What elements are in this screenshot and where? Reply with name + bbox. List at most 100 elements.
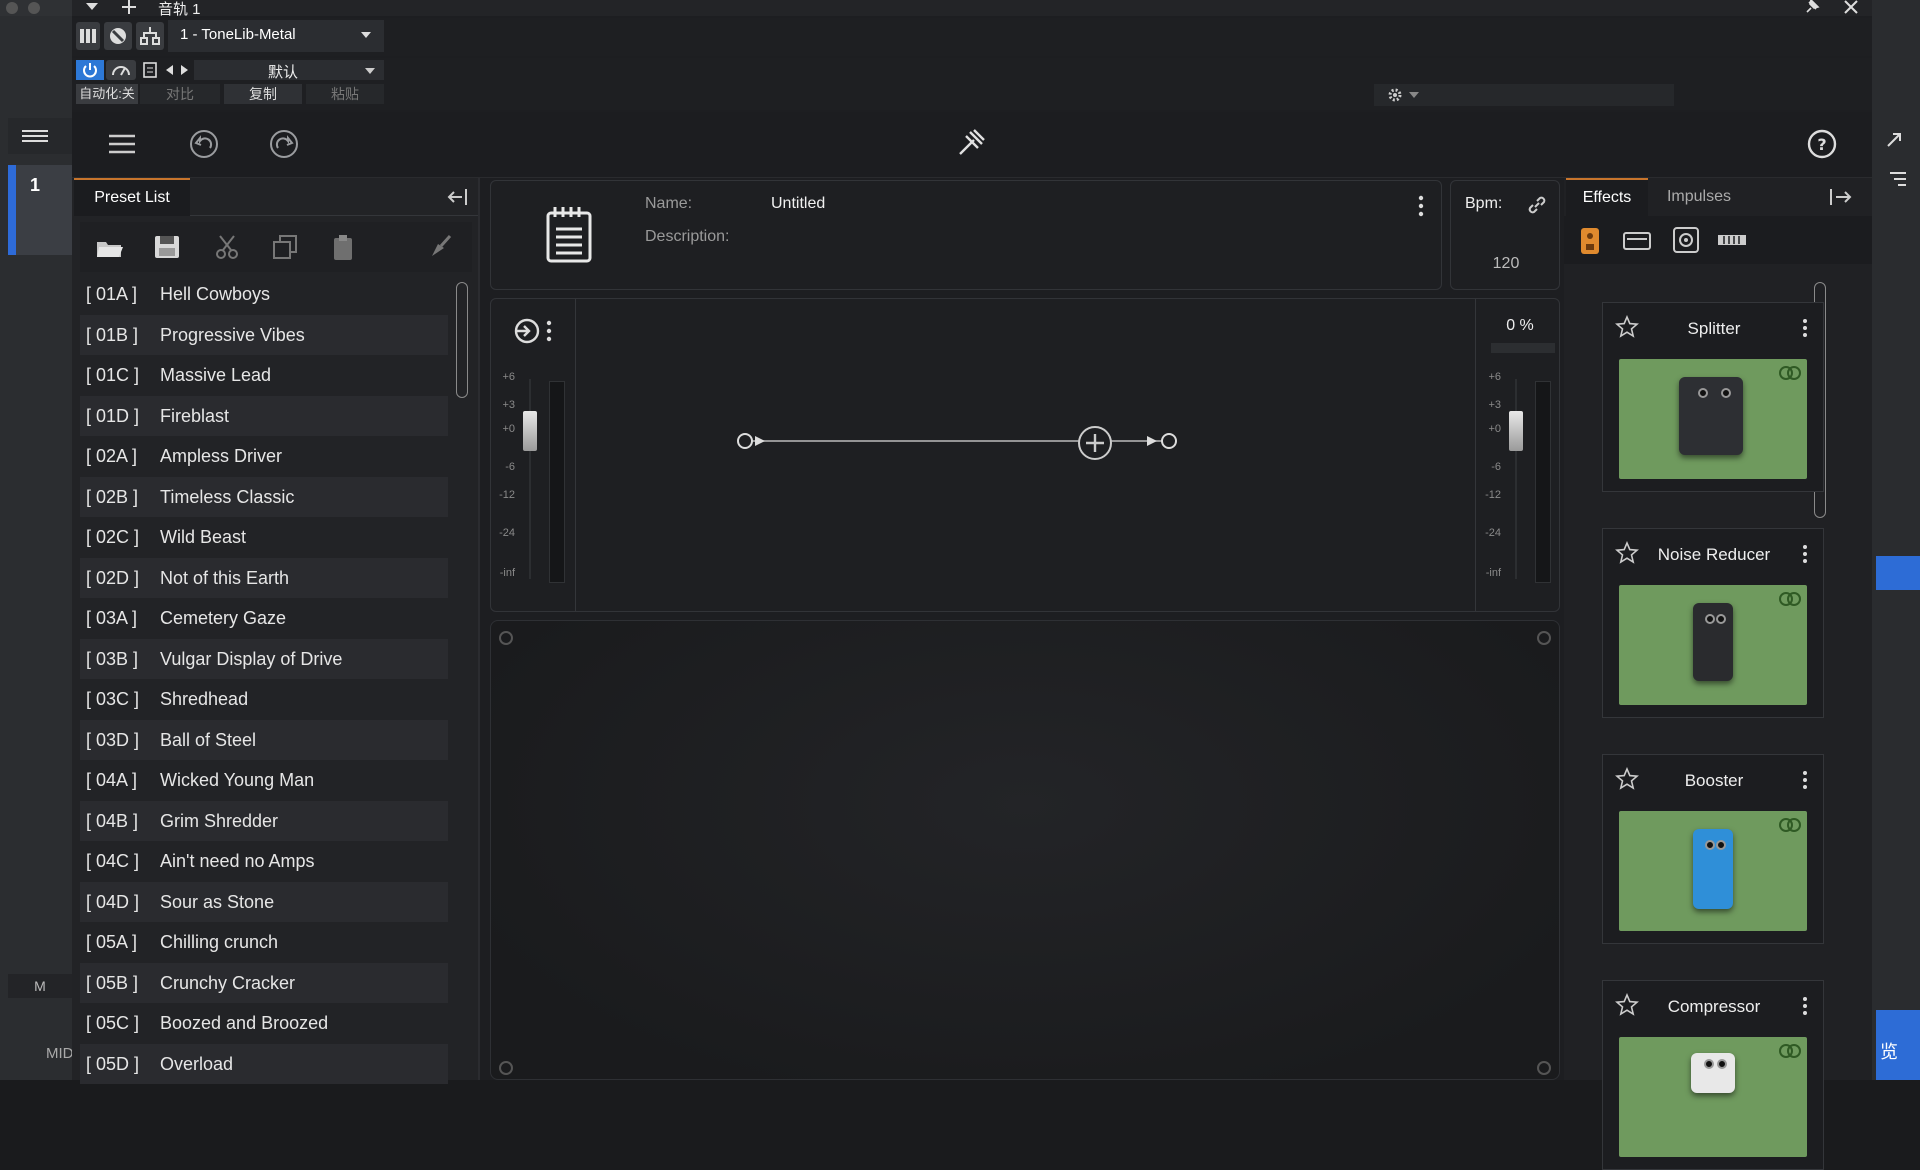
save-icon[interactable] <box>152 232 182 262</box>
output-fader-handle[interactable] <box>1509 411 1523 451</box>
preset-list-scrollbar[interactable] <box>456 282 468 398</box>
preset-list-item[interactable]: [ 04B ] Grim Shredder <box>80 800 448 841</box>
help-icon[interactable]: ? <box>1806 128 1838 160</box>
preset-list-item[interactable]: [ 04A ] Wicked Young Man <box>80 760 448 800</box>
preset-list-item[interactable]: [ 01D ] Fireblast <box>80 395 448 436</box>
preset-list-item[interactable]: [ 05B ] Crunchy Cracker <box>80 962 448 1003</box>
input-icon[interactable] <box>513 315 557 347</box>
cut-icon[interactable] <box>212 232 242 262</box>
expand-panel-icon[interactable] <box>1828 186 1854 208</box>
pedal-category-icon[interactable] <box>1578 226 1602 256</box>
menu-icon[interactable] <box>106 130 138 158</box>
clear-icon[interactable] <box>424 232 454 262</box>
tab-effects[interactable]: Effects <box>1566 178 1648 216</box>
effect-preview[interactable] <box>1619 811 1807 931</box>
tab-preset-list[interactable]: Preset List <box>74 178 190 216</box>
undo-icon[interactable] <box>188 128 220 160</box>
preset-list-item[interactable]: [ 01A ] Hell Cowboys <box>80 274 448 314</box>
preset-name-field[interactable]: Untitled <box>771 195 825 213</box>
preset-list-item[interactable]: [ 04C ] Ain't need no Amps <box>80 841 448 881</box>
host-browse-button[interactable]: 览 <box>1876 1010 1920 1080</box>
host-menu-button[interactable] <box>8 118 72 154</box>
panel-divider[interactable] <box>478 178 480 1080</box>
redo-icon[interactable] <box>268 128 300 160</box>
output-level-bar[interactable] <box>1491 343 1555 353</box>
preset-list-item[interactable]: [ 03D ] Ball of Steel <box>80 719 448 760</box>
expand-icon[interactable] <box>1880 128 1910 152</box>
preset-list-item[interactable]: [ 02D ] Not of this Earth <box>80 557 448 598</box>
compare-button[interactable]: 对比 <box>140 84 220 104</box>
preset-list-item[interactable]: [ 04D ] Sour as Stone <box>80 881 448 922</box>
bpm-value[interactable]: 120 <box>1451 255 1561 273</box>
preset-code: [ 02D ] <box>86 567 140 588</box>
power-icon[interactable] <box>76 60 104 80</box>
effect-preview[interactable] <box>1619 359 1807 479</box>
host-track-header[interactable]: 1 <box>8 165 72 255</box>
input-fader-handle[interactable] <box>523 411 537 451</box>
effect-card[interactable]: Noise Reducer <box>1602 528 1824 718</box>
more-vertical-icon[interactable] <box>1415 193 1427 219</box>
chevron-down-icon[interactable] <box>84 0 100 14</box>
prev-preset-icon[interactable] <box>162 62 176 78</box>
output-meter <box>1535 381 1551 583</box>
preset-list-item[interactable]: [ 02A ] Ampless Driver <box>80 436 448 476</box>
chevron-down-icon[interactable] <box>1408 90 1420 100</box>
more-vertical-icon[interactable] <box>1799 543 1811 565</box>
cabinet-category-icon[interactable] <box>1672 226 1700 254</box>
copy-icon[interactable] <box>270 232 300 262</box>
amp-category-icon[interactable] <box>1622 230 1652 252</box>
notepad-icon[interactable] <box>545 205 593 263</box>
more-vertical-icon[interactable] <box>1799 317 1811 339</box>
more-vertical-icon[interactable] <box>1799 995 1811 1017</box>
preset-list-item[interactable]: [ 03B ] Vulgar Display of Drive <box>80 638 448 679</box>
effect-card[interactable]: Compressor <box>1602 980 1824 1170</box>
sidechain-icon[interactable] <box>106 60 136 80</box>
more-vertical-icon[interactable] <box>1799 769 1811 791</box>
preset-selector[interactable]: 1 - ToneLib-Metal <box>168 20 384 52</box>
host-minimize-dot[interactable] <box>28 2 40 14</box>
effect-preview[interactable] <box>1619 585 1807 705</box>
meter-tick-label: -24 <box>499 527 515 539</box>
bypass-icon[interactable] <box>104 22 132 50</box>
preset-file-icon[interactable] <box>140 60 160 80</box>
program-selector[interactable]: 默认 <box>194 60 384 81</box>
preset-list-item[interactable]: [ 02B ] Timeless Classic <box>80 476 448 517</box>
preset-list-item[interactable]: [ 03C ] Shredhead <box>80 679 448 719</box>
preset-list-item[interactable]: [ 05D ] Overload <box>80 1043 448 1084</box>
preset-list-item[interactable]: [ 02C ] Wild Beast <box>80 517 448 557</box>
close-icon[interactable] <box>1842 0 1860 16</box>
rack-icon[interactable] <box>76 22 100 50</box>
add-effect-icon[interactable] <box>1077 425 1113 461</box>
effect-name: Booster <box>1684 771 1744 790</box>
paste-button[interactable]: 粘贴 <box>306 84 384 104</box>
effect-card[interactable]: Booster <box>1602 754 1824 944</box>
copy-button[interactable]: 复制 <box>224 84 302 104</box>
tab-impulses[interactable]: Impulses <box>1654 178 1744 216</box>
open-folder-icon[interactable] <box>94 232 124 262</box>
amp-slot-area[interactable] <box>490 620 1560 1080</box>
tuner-icon[interactable] <box>952 126 988 162</box>
gear-icon[interactable] <box>1386 86 1404 104</box>
collapse-panel-icon[interactable] <box>446 186 470 208</box>
automation-toggle[interactable]: 自动化:关 <box>76 84 138 104</box>
pin-icon[interactable] <box>1802 0 1820 16</box>
preset-list-item[interactable]: [ 03A ] Cemetery Gaze <box>80 598 448 638</box>
preset-info-panel: Name: Untitled Description: <box>490 180 1442 290</box>
pedal-image <box>1693 603 1733 681</box>
tonelib-toolbar: ? <box>72 112 1872 178</box>
host-mute-button[interactable]: M <box>8 974 72 998</box>
host-list-icon[interactable] <box>1880 168 1910 190</box>
preset-list-item[interactable]: [ 01B ] Progressive Vibes <box>80 314 448 355</box>
next-preset-icon[interactable] <box>178 62 192 78</box>
add-icon[interactable] <box>120 0 138 16</box>
host-close-dot[interactable] <box>6 2 18 14</box>
link-icon[interactable] <box>1525 193 1549 217</box>
preset-list-item[interactable]: [ 01C ] Massive Lead <box>80 355 448 395</box>
routing-icon[interactable] <box>136 22 164 50</box>
paste-icon[interactable] <box>328 232 358 262</box>
effect-card[interactable]: Splitter <box>1602 302 1824 492</box>
preset-list-item[interactable]: [ 05C ] Boozed and Broozed <box>80 1003 448 1043</box>
preset-list-item[interactable]: [ 05A ] Chilling crunch <box>80 922 448 962</box>
effect-preview[interactable] <box>1619 1037 1807 1157</box>
rack-category-icon[interactable] <box>1716 232 1748 248</box>
